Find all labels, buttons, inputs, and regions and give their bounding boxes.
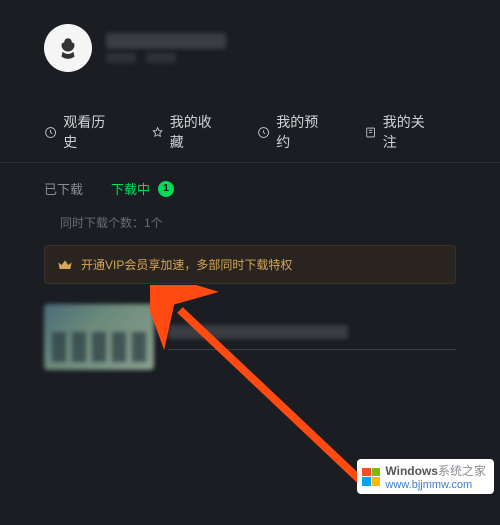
watermark-text: Windows系统之家 www.bjjmmw.com [385, 462, 486, 491]
tab-favorites-label: 我的收藏 [170, 112, 219, 152]
tab-favorites[interactable]: 我的收藏 [151, 102, 220, 162]
downloading-badge: 1 [158, 181, 174, 197]
clock-icon [257, 125, 270, 140]
subtab-downloading-label: 下载中 [111, 179, 150, 198]
download-title [168, 325, 348, 339]
download-thumbnail [44, 304, 154, 370]
download-item[interactable] [0, 298, 500, 376]
subtab-downloading[interactable]: 下载中 1 [111, 179, 174, 198]
user-info [106, 33, 226, 63]
watermark-tag: 系统之家 [438, 464, 486, 478]
watermark-site: www.bjjmmw.com [385, 479, 486, 491]
tab-history[interactable]: 观看历史 [44, 102, 113, 162]
tab-history-label: 观看历史 [63, 112, 112, 152]
download-progress [168, 349, 456, 350]
tab-follows[interactable]: 我的关注 [364, 102, 433, 162]
avatar[interactable] [44, 24, 92, 72]
history-icon [44, 125, 57, 140]
windows-logo-icon [362, 468, 380, 486]
vip-banner-text: 开通VIP会员享加速，多部同时下载特权 [81, 256, 292, 273]
main-nav: 观看历史 我的收藏 我的预约 我的关注 [0, 92, 500, 163]
bookmark-icon [364, 125, 377, 140]
star-icon [151, 125, 164, 140]
concurrent-download-setting[interactable]: 同时下载个数：1个 [0, 208, 500, 241]
tab-follows-label: 我的关注 [383, 112, 432, 152]
user-header [0, 0, 500, 92]
user-meta [106, 53, 226, 63]
download-subnav: 已下载 下载中 1 [0, 163, 500, 208]
avatar-icon [55, 35, 81, 61]
username [106, 33, 226, 49]
vip-banner[interactable]: 开通VIP会员享加速，多部同时下载特权 [44, 245, 456, 284]
subtab-downloaded[interactable]: 已下载 [44, 179, 83, 198]
crown-icon [57, 257, 73, 273]
watermark: Windows系统之家 www.bjjmmw.com [357, 459, 494, 494]
watermark-brand: Windows [385, 464, 438, 478]
tab-reservations-label: 我的预约 [276, 112, 325, 152]
download-info [168, 325, 456, 350]
tab-reservations[interactable]: 我的预约 [257, 102, 326, 162]
